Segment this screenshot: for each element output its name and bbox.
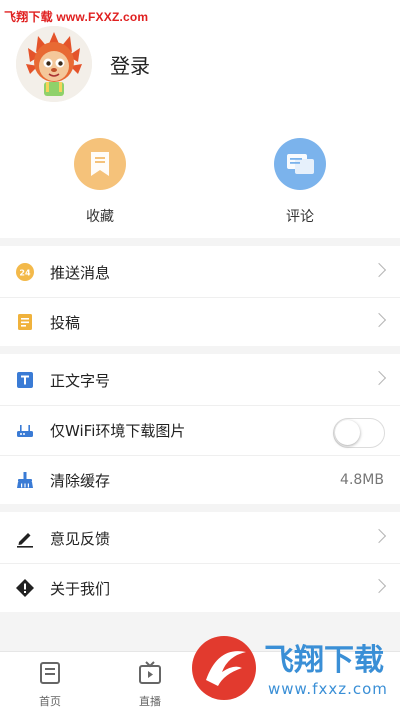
profile-header[interactable]: 登录 (0, 20, 400, 110)
font-size-item[interactable]: 正文字号 (0, 354, 400, 406)
quick-actions: 收藏 评论 (0, 128, 400, 238)
broom-icon (17, 472, 33, 488)
home-icon (40, 662, 60, 684)
avatar-illustration (16, 26, 92, 102)
about-us-item[interactable]: 关于我们 (0, 562, 400, 614)
clear-cache-item[interactable]: 清除缓存 4.8MB (0, 454, 400, 506)
font-size-label: 正文字号 (50, 371, 111, 390)
wifi-only-images-item: 仅WiFi环境下载图片 (0, 404, 400, 456)
toggle-knob (335, 420, 360, 445)
chevron-right-icon (371, 262, 387, 278)
favorites-button[interactable]: 收藏 (60, 138, 140, 226)
svg-text:24: 24 (19, 269, 31, 278)
cache-size-value: 4.8MB (340, 472, 384, 488)
avatar[interactable] (16, 26, 92, 102)
tab-live-label: 直播 (139, 695, 161, 708)
tab-live[interactable]: 直播 (120, 660, 180, 709)
section-divider (0, 504, 400, 512)
section-divider (0, 238, 400, 246)
push-notifications-item[interactable]: 24 推送消息 (0, 246, 400, 298)
text-size-icon (17, 372, 33, 388)
tab-home[interactable]: 首页 (20, 660, 80, 709)
chevron-right-icon (371, 312, 387, 328)
comments-button[interactable]: 评论 (260, 138, 340, 226)
bookmark-icon (74, 138, 126, 190)
wifi-only-images-label: 仅WiFi环境下载图片 (50, 421, 186, 440)
wifi-only-toggle[interactable] (333, 418, 385, 448)
document-icon (18, 314, 32, 330)
push-notifications-label: 推送消息 (50, 263, 111, 282)
chevron-right-icon (371, 370, 387, 386)
push-notification-icon: 24 (16, 263, 34, 281)
feedback-item[interactable]: 意见反馈 (0, 512, 400, 564)
section-divider (0, 346, 400, 354)
tv-icon (139, 661, 161, 684)
comments-label: 评论 (286, 209, 314, 225)
login-label[interactable]: 登录 (110, 50, 150, 79)
feedback-label: 意见反馈 (50, 529, 111, 548)
submit-article-item[interactable]: 投稿 (0, 296, 400, 348)
watermark-logo: 飞翔下载 www.fxxz.com (188, 628, 398, 706)
comment-icon (274, 138, 326, 190)
watermark-logo-url: www.fxxz.com (268, 680, 388, 698)
pencil-icon (17, 533, 33, 548)
submit-article-label: 投稿 (50, 313, 81, 332)
tab-home-label: 首页 (39, 695, 61, 708)
clear-cache-label: 清除缓存 (50, 471, 111, 490)
profile-page: 飞翔下载 www.FXXZ.com 登录 收藏 评论 24 推送消息 投稿 正文… (0, 0, 400, 712)
about-us-label: 关于我们 (50, 579, 111, 598)
wifi-router-icon (17, 425, 33, 437)
chevron-right-icon (371, 578, 387, 594)
info-diamond-icon (16, 579, 34, 597)
chevron-right-icon (371, 528, 387, 544)
watermark-logo-title: 飞翔下载 (264, 643, 384, 678)
favorites-label: 收藏 (86, 209, 114, 225)
